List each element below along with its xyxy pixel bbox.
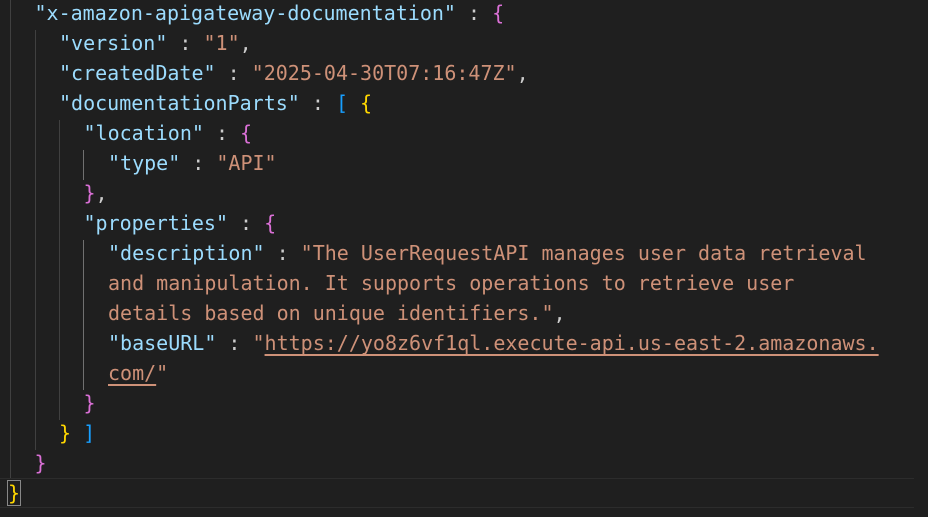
punctuation: : bbox=[215, 61, 252, 85]
json-key: "createdDate" bbox=[59, 61, 216, 85]
punctuation: , bbox=[516, 61, 529, 85]
bracket: { bbox=[492, 1, 505, 25]
code-line: "createdDate" : "2025-04-30T07:16:47Z", bbox=[59, 58, 529, 88]
bracket: } bbox=[34, 451, 47, 475]
indent-guide bbox=[35, 30, 36, 450]
json-string: "2025-04-30T07:16:47Z" bbox=[251, 61, 517, 85]
code-line: "description" : "The UserRequestAPI mana… bbox=[108, 238, 867, 268]
json-key: "baseURL" bbox=[108, 331, 217, 355]
code-line: "documentationParts" : [ { bbox=[59, 88, 372, 118]
code-line: "version" : "1", bbox=[59, 28, 252, 58]
code-line: } bbox=[84, 388, 96, 418]
punctuation: : bbox=[228, 211, 265, 235]
json-key: "documentationParts" bbox=[59, 91, 300, 115]
punctuation: : bbox=[299, 91, 336, 115]
punctuation: : bbox=[455, 1, 493, 25]
bracket: { bbox=[240, 121, 253, 145]
punctuation: , bbox=[239, 31, 252, 55]
code-editor[interactable]: "x-amazon-apigateway-documentation" : {"… bbox=[0, 0, 928, 517]
code-line: "location" : { bbox=[84, 118, 253, 148]
code-line: } bbox=[6, 478, 22, 508]
code-line: "baseURL" : "https://yo8z6vf1ql.execute-… bbox=[108, 328, 879, 358]
punctuation: : bbox=[167, 31, 204, 55]
bracket: [ bbox=[335, 91, 348, 115]
json-string: " bbox=[156, 361, 169, 385]
json-key: "location" bbox=[83, 121, 204, 145]
json-string: "API" bbox=[216, 151, 277, 175]
json-key: "version" bbox=[59, 31, 168, 55]
current-line-highlight bbox=[0, 478, 914, 508]
bracket: } bbox=[83, 181, 96, 205]
code-line: "type" : "API" bbox=[108, 148, 277, 178]
json-string: " bbox=[252, 331, 265, 355]
punctuation: : bbox=[264, 241, 301, 265]
bracket: ] bbox=[83, 421, 96, 445]
json-key: "type" bbox=[108, 151, 181, 175]
punctuation: , bbox=[553, 301, 566, 325]
bracket: } bbox=[59, 421, 72, 445]
punctuation: : bbox=[203, 121, 241, 145]
code-line: } bbox=[35, 448, 47, 478]
code-line: details based on unique identifiers.", bbox=[108, 298, 566, 328]
json-string: details based on unique identifiers." bbox=[108, 301, 554, 325]
url-link[interactable]: https://yo8z6vf1ql.execute-api.us-east-2… bbox=[265, 331, 879, 355]
indent-guide bbox=[59, 120, 60, 420]
bracket: { bbox=[264, 211, 277, 235]
code-line: }, bbox=[84, 178, 108, 208]
bracket: } bbox=[83, 391, 96, 415]
bracket: { bbox=[360, 91, 373, 115]
code-line: } ] bbox=[59, 418, 95, 448]
punctuation: : bbox=[180, 151, 217, 175]
bracket: } bbox=[6, 480, 22, 506]
code-line: and manipulation. It supports operations… bbox=[108, 268, 794, 298]
code-line: com/" bbox=[108, 358, 168, 388]
punctuation: , bbox=[95, 181, 108, 205]
json-string: "1" bbox=[203, 31, 240, 55]
punctuation bbox=[71, 421, 83, 445]
json-key: "description" bbox=[108, 241, 265, 265]
url-link[interactable]: com/ bbox=[108, 361, 156, 385]
indent-guide bbox=[10, 0, 11, 478]
json-key: "properties" bbox=[83, 211, 229, 235]
json-string: and manipulation. It supports operations… bbox=[108, 271, 795, 295]
indent-guide-active bbox=[83, 150, 84, 180]
indent-guide-active bbox=[83, 240, 84, 390]
punctuation bbox=[348, 91, 360, 115]
json-string: "The UserRequestAPI manages user data re… bbox=[300, 241, 867, 265]
json-key: "x-amazon-apigateway-documentation" bbox=[34, 1, 456, 25]
code-line: "x-amazon-apigateway-documentation" : { bbox=[35, 0, 505, 28]
code-line: "properties" : { bbox=[84, 208, 277, 238]
punctuation: : bbox=[216, 331, 253, 355]
